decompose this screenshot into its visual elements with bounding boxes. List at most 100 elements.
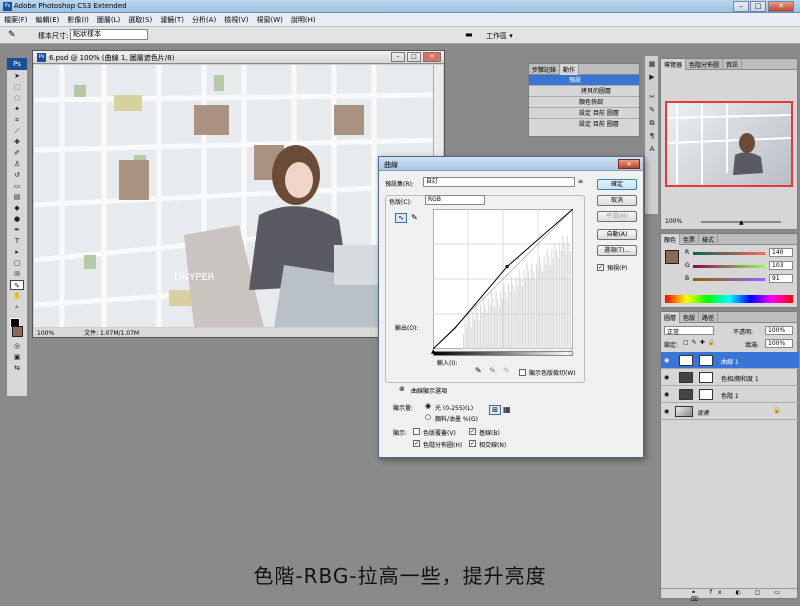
pen-tool-icon[interactable]: ✒ xyxy=(10,225,24,235)
tab-color[interactable]: 顏色 xyxy=(661,234,681,245)
workspace-menu[interactable]: 工作區 ▾ xyxy=(486,31,513,41)
layer-row[interactable]: ◉ 曲線 1 xyxy=(661,352,799,369)
navigator-zoom-value[interactable]: 100% xyxy=(665,218,682,225)
menu-view[interactable]: 檢視(V) xyxy=(220,13,252,27)
eyedropper-tool-icon[interactable]: ✎ xyxy=(10,280,24,290)
slice-tool-icon[interactable]: ⟋ xyxy=(10,126,24,136)
menu-layer[interactable]: 圖層(L) xyxy=(93,13,124,27)
color-g-slider[interactable] xyxy=(693,265,765,268)
tools-panel-icon[interactable]: ✂ xyxy=(645,92,659,102)
menu-file[interactable]: 檔案(F) xyxy=(0,13,32,27)
curve-pencil-mode-icon[interactable]: ✎ xyxy=(411,213,418,222)
intersection-line-checkbox[interactable]: ✓ xyxy=(469,439,476,447)
document-canvas-photo[interactable]: DNYPER xyxy=(34,65,434,327)
tab-actions[interactable]: 動作 xyxy=(560,64,580,75)
tab-paths[interactable]: 路徑 xyxy=(699,312,719,323)
dodge-tool-icon[interactable]: ● xyxy=(10,214,24,224)
tab-history[interactable]: 步驟記錄 xyxy=(529,64,561,75)
curve-control-point[interactable] xyxy=(505,265,509,269)
blend-mode-select[interactable]: 正常 xyxy=(664,326,714,336)
auto-button[interactable]: 自動(A) xyxy=(597,229,637,240)
ok-button[interactable]: 確定 xyxy=(597,179,637,190)
options-button[interactable]: 選項(T)... xyxy=(597,245,637,256)
layer-mask-thumbnail[interactable] xyxy=(699,372,713,383)
menu-help[interactable]: 說明(H) xyxy=(287,13,320,27)
doc-maximize-button[interactable]: □ xyxy=(407,52,421,62)
move-tool-icon[interactable]: ➤ xyxy=(10,71,24,81)
zoom-tool-icon[interactable]: ⌕ xyxy=(10,302,24,312)
shape-tool-icon[interactable]: ▢ xyxy=(10,258,24,268)
menu-window[interactable]: 視窗(W) xyxy=(252,13,286,27)
close-button[interactable]: ✕ xyxy=(768,1,794,12)
gray-eyedropper-icon[interactable]: ✎ xyxy=(489,366,496,375)
color-g-value[interactable]: 103 xyxy=(769,261,793,270)
baseline-checkbox[interactable]: ✓ xyxy=(469,427,476,435)
file-browser-icon[interactable]: ▬ xyxy=(465,30,473,39)
light-radio[interactable]: ◉ xyxy=(425,402,431,410)
document-title-bar[interactable]: Ps 6.psd @ 100% (曲線 1, 圖層遮色片/8) – □ ✕ xyxy=(33,51,444,64)
sample-size-select[interactable]: 點狀樣本 xyxy=(70,29,148,40)
channel-overlay-checkbox[interactable] xyxy=(413,427,420,435)
navigator-slider-handle-icon[interactable]: ▲ xyxy=(739,219,744,226)
doc-close-button[interactable]: ✕ xyxy=(423,52,441,62)
path-selection-tool-icon[interactable]: ▸ xyxy=(10,247,24,257)
brush-tool-icon[interactable]: ✐ xyxy=(10,148,24,158)
preset-select[interactable]: 自訂 xyxy=(423,177,575,187)
quick-mask-icon[interactable]: ◎ xyxy=(10,341,24,351)
layers-bottom-icons[interactable]: ⚭ fx ◐ ▢ ▭ ⌧ xyxy=(661,588,797,603)
marquee-tool-icon[interactable]: ⬚ xyxy=(10,82,24,92)
layer-visibility-icon[interactable]: ◉ xyxy=(664,408,669,415)
pigment-radio[interactable]: ○ xyxy=(425,413,431,421)
maximize-button[interactable]: □ xyxy=(750,1,766,12)
opacity-field[interactable]: 100% xyxy=(765,326,793,335)
layer-visibility-icon[interactable]: ◉ xyxy=(664,391,669,398)
history-panel-icon[interactable]: ▦ xyxy=(645,59,659,69)
channel-select[interactable]: RGB xyxy=(425,195,485,205)
dialog-title-bar[interactable]: 曲線 ✕ xyxy=(379,157,643,171)
hand-tool-icon[interactable]: ✋ xyxy=(10,291,24,301)
black-eyedropper-icon[interactable]: ✎ xyxy=(475,366,482,375)
tab-histogram[interactable]: 色階分佈圖 xyxy=(686,59,724,70)
simple-grid-icon[interactable]: ⊞ xyxy=(489,405,501,415)
menu-select[interactable]: 選取(S) xyxy=(124,13,156,27)
paragraph-panel-icon[interactable]: ¶ xyxy=(645,131,659,141)
lasso-tool-icon[interactable]: ◌ xyxy=(10,93,24,103)
eraser-tool-icon[interactable]: ▭ xyxy=(10,181,24,191)
preview-checkbox[interactable]: ✓ xyxy=(597,263,604,271)
display-options-toggle-icon[interactable]: ⊗ xyxy=(399,385,405,393)
action-item[interactable]: 顏色快調 xyxy=(529,97,639,108)
fill-field[interactable]: 100% xyxy=(765,339,793,348)
action-item[interactable]: 拷貝的圖層 xyxy=(529,86,639,97)
navigator-thumbnail[interactable] xyxy=(665,101,793,187)
layer-mask-thumbnail[interactable] xyxy=(699,389,713,400)
preset-options-icon[interactable]: ≡ xyxy=(578,178,583,185)
layer-row[interactable]: ◉ 色相/飽和度 1 xyxy=(661,369,799,386)
tab-channels[interactable]: 色版 xyxy=(680,312,700,323)
actions-panel-icon[interactable]: ▶ xyxy=(645,72,659,82)
notes-tool-icon[interactable]: ✉ xyxy=(10,269,24,279)
layer-visibility-icon[interactable]: ◉ xyxy=(664,357,669,364)
crop-tool-icon[interactable]: ⌗ xyxy=(10,115,24,125)
stamp-tool-icon[interactable]: ♙ xyxy=(10,159,24,169)
blur-tool-icon[interactable]: ◆ xyxy=(10,203,24,213)
tab-info[interactable]: 資訊 xyxy=(723,59,743,70)
white-point-slider-icon[interactable]: △ xyxy=(569,348,574,355)
minimize-button[interactable]: – xyxy=(733,1,749,12)
foreground-color-swatch[interactable] xyxy=(12,326,23,337)
curves-graph[interactable] xyxy=(433,209,573,349)
tab-styles[interactable]: 樣式 xyxy=(699,234,719,245)
magic-wand-tool-icon[interactable]: ✦ xyxy=(10,104,24,114)
layer-mask-thumbnail[interactable] xyxy=(699,355,713,366)
healing-tool-icon[interactable]: ✚ xyxy=(10,137,24,147)
color-b-slider[interactable] xyxy=(693,278,765,281)
tab-layers[interactable]: 圖層 xyxy=(661,312,681,323)
histogram-checkbox[interactable]: ✓ xyxy=(413,439,420,447)
menu-image[interactable]: 影像(I) xyxy=(63,13,93,27)
color-spectrum-bar[interactable] xyxy=(665,295,793,303)
menu-edit[interactable]: 編輯(E) xyxy=(32,13,64,27)
color-b-value[interactable]: 91 xyxy=(769,274,793,283)
action-item[interactable]: 設定 目前 圖層 xyxy=(529,108,639,119)
black-point-slider-icon[interactable]: ▲ xyxy=(431,348,436,355)
menu-analysis[interactable]: 分析(A) xyxy=(188,13,220,27)
tab-swatches[interactable]: 色票 xyxy=(680,234,700,245)
